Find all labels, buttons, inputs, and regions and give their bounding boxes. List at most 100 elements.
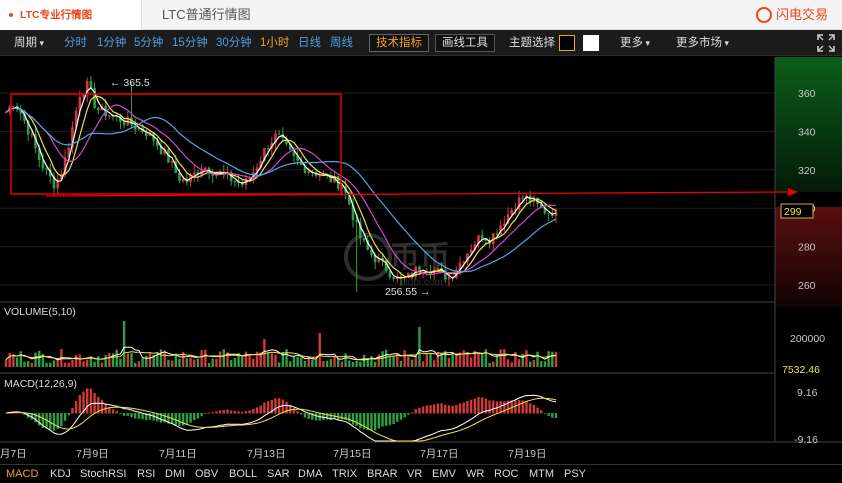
volume-bar [233, 358, 237, 367]
theme-select-label: 主题选择 [509, 37, 555, 49]
volume-bar [492, 361, 495, 367]
volume-bar [510, 362, 513, 367]
interval-15min[interactable]: 15分钟 [172, 30, 208, 56]
interval-1min[interactable]: 1分钟 [97, 30, 126, 56]
volume-bar [392, 355, 395, 367]
indicator-wr[interactable]: WR [466, 465, 484, 483]
macd-bar [403, 413, 406, 418]
volume-bar [388, 357, 392, 367]
macd-bar [130, 413, 133, 418]
indicator-trix[interactable]: TRIX [332, 465, 357, 483]
macd-bar [233, 410, 237, 414]
volume-bar [189, 357, 192, 367]
volume-bar [266, 352, 270, 367]
volume-bar [536, 351, 539, 367]
macd-bar [421, 406, 425, 414]
volume-bar [119, 358, 122, 367]
interval-1hour[interactable]: 1小时 [260, 30, 289, 56]
volume-bar [333, 356, 336, 367]
volume-bar [137, 361, 141, 367]
macd-bar [248, 410, 251, 414]
indicator-dma[interactable]: DMA [298, 465, 322, 483]
volume-bar [115, 349, 118, 367]
macd-bar [407, 413, 410, 415]
chart-toolbar: 周期 分时 1分钟 5分钟 15分钟 30分钟 1小时 日线 周线 技术指标 画… [0, 30, 842, 56]
theme-dark-swatch[interactable] [559, 35, 575, 51]
candle-body [12, 106, 15, 108]
macd-bar [462, 402, 465, 414]
volume-bar [86, 359, 89, 367]
interval-5min[interactable]: 5分钟 [134, 30, 163, 56]
volume-bar [322, 360, 325, 367]
macd-bar [469, 399, 473, 414]
candle-body [355, 220, 358, 222]
indicator-sar[interactable]: SAR [267, 465, 290, 483]
macd-bar [178, 413, 181, 426]
indicator-boll[interactable]: BOLL [229, 465, 257, 483]
indicator-roc[interactable]: ROC [494, 465, 518, 483]
fullscreen-icon[interactable] [816, 33, 836, 53]
macd-bar [410, 412, 414, 414]
volume-bar [15, 357, 19, 367]
volume-bar [178, 358, 181, 367]
theme-light-swatch[interactable] [583, 35, 599, 51]
indicator-vr[interactable]: VR [407, 465, 422, 483]
tab-ltc-pro-chart[interactable]: LTC专业行情图 [0, 0, 142, 30]
volume-current-label: 7532.46 [782, 364, 820, 376]
price-tick-label: 320 [798, 165, 816, 177]
indicator-brar[interactable]: BRAR [367, 465, 398, 483]
macd-bar [528, 403, 532, 414]
volume-bar [52, 360, 56, 367]
macd-bar [196, 413, 200, 419]
candle-body [96, 107, 100, 110]
indicator-emv[interactable]: EMV [432, 465, 456, 483]
volume-bar [8, 352, 11, 367]
tech-indicator-button[interactable]: 技术指标 [369, 34, 429, 52]
volume-bar [170, 360, 174, 367]
macd-bar [466, 400, 469, 414]
volume-bar [421, 361, 425, 367]
volume-bar [329, 359, 333, 367]
drawing-tools-button[interactable]: 画线工具 [435, 34, 495, 52]
volume-bars [4, 321, 558, 367]
macd-bar [351, 413, 355, 425]
indicator-kdj[interactable]: KDJ [50, 465, 71, 483]
volume-bar [148, 352, 152, 367]
price-tick-label: 280 [798, 242, 816, 254]
volume-bar [241, 355, 244, 367]
interval-30min[interactable]: 30分钟 [216, 30, 252, 56]
indicator-dmi[interactable]: DMI [165, 465, 185, 483]
volume-bar [532, 360, 536, 367]
macd-bar [189, 413, 192, 423]
volume-bar [63, 362, 67, 367]
volume-bar [307, 357, 310, 367]
volume-bar [318, 333, 321, 367]
candle-body [233, 181, 237, 183]
more-dropdown[interactable]: 更多 [620, 30, 650, 56]
indicator-psy[interactable]: PSY [564, 465, 586, 483]
interval-timeshare[interactable]: 分时 [64, 30, 87, 56]
volume-bar [285, 349, 288, 367]
macd-tick-low: -9.16 [794, 434, 818, 446]
volume-bar [355, 360, 358, 367]
volume-bar [74, 355, 78, 367]
macd-bar [554, 413, 558, 419]
indicator-obv[interactable]: OBV [195, 465, 218, 483]
interval-weekly[interactable]: 周线 [330, 30, 353, 56]
macd-bar [458, 403, 462, 414]
macd-bar [348, 413, 351, 422]
indicator-stochrsi[interactable]: StochRSI [80, 465, 126, 483]
tab-ltc-normal-chart[interactable]: LTC普通行情图 [162, 0, 251, 30]
volume-bar [104, 355, 107, 367]
more-market-dropdown[interactable]: 更多市场 [676, 30, 729, 56]
volume-bar [359, 361, 362, 367]
macd-bar [432, 404, 436, 414]
interval-daily[interactable]: 日线 [298, 30, 321, 56]
indicator-rsi[interactable]: RSI [137, 465, 155, 483]
macd-bar [200, 413, 203, 417]
indicator-macd[interactable]: MACD [6, 465, 38, 483]
indicator-mtm[interactable]: MTM [529, 465, 554, 483]
period-dropdown[interactable]: 周期 [14, 30, 44, 56]
macd-bar [49, 413, 52, 430]
flash-trade-link[interactable]: 闪电交易 [755, 0, 828, 30]
